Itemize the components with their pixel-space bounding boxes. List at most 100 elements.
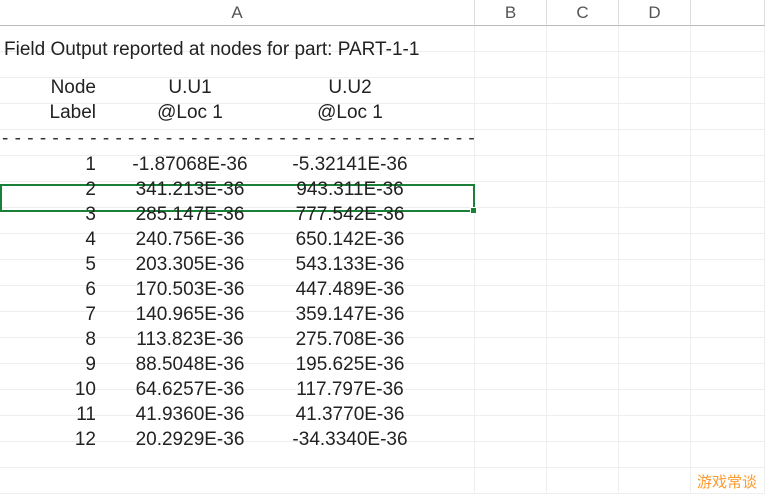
grid-cell[interactable] bbox=[475, 468, 547, 494]
grid-cell[interactable] bbox=[475, 312, 547, 338]
grid-cell[interactable] bbox=[619, 156, 691, 182]
grid-cell[interactable] bbox=[691, 78, 765, 104]
grid-cell[interactable] bbox=[691, 104, 765, 130]
grid-cell[interactable] bbox=[619, 364, 691, 390]
value-u2: 777.542E-36 bbox=[270, 205, 430, 224]
grid-cell[interactable] bbox=[475, 390, 547, 416]
grid-cell[interactable] bbox=[547, 78, 619, 104]
column-header-D[interactable]: D bbox=[619, 0, 691, 26]
grid-cell[interactable] bbox=[547, 182, 619, 208]
grid-cell[interactable] bbox=[0, 468, 475, 494]
value-u1: 341.213E-36 bbox=[110, 180, 270, 199]
grid-cell[interactable] bbox=[475, 260, 547, 286]
grid-cell[interactable] bbox=[619, 26, 691, 52]
grid-cell[interactable] bbox=[619, 130, 691, 156]
grid-cell[interactable] bbox=[691, 208, 765, 234]
grid-cell[interactable] bbox=[691, 234, 765, 260]
grid-cell[interactable] bbox=[619, 390, 691, 416]
column-header-B[interactable]: B bbox=[475, 0, 547, 26]
grid-cell[interactable] bbox=[475, 78, 547, 104]
grid-cell[interactable] bbox=[475, 52, 547, 78]
grid-cell[interactable] bbox=[547, 442, 619, 468]
grid-cell[interactable] bbox=[547, 286, 619, 312]
grid-cell[interactable] bbox=[619, 286, 691, 312]
grid-cell[interactable] bbox=[619, 468, 691, 494]
grid-cell[interactable] bbox=[691, 260, 765, 286]
grid-cell[interactable] bbox=[475, 338, 547, 364]
grid-cell[interactable] bbox=[619, 52, 691, 78]
grid-cell[interactable] bbox=[547, 52, 619, 78]
grid-cell[interactable] bbox=[475, 182, 547, 208]
grid-cell[interactable] bbox=[547, 260, 619, 286]
grid-cell[interactable] bbox=[475, 156, 547, 182]
value-u1: 240.756E-36 bbox=[110, 230, 270, 249]
value-u2: 650.142E-36 bbox=[270, 230, 430, 249]
grid-cell[interactable] bbox=[547, 468, 619, 494]
grid-cell[interactable] bbox=[691, 130, 765, 156]
watermark-text: 游戏常谈 bbox=[697, 471, 757, 492]
grid-cell[interactable] bbox=[547, 416, 619, 442]
grid-cell[interactable] bbox=[691, 312, 765, 338]
grid-cell[interactable] bbox=[619, 182, 691, 208]
grid-cell[interactable] bbox=[475, 130, 547, 156]
grid-cell[interactable] bbox=[547, 26, 619, 52]
grid-cell[interactable] bbox=[547, 130, 619, 156]
grid-cell[interactable] bbox=[475, 286, 547, 312]
grid-cell[interactable] bbox=[475, 416, 547, 442]
node-label: 1 bbox=[0, 155, 110, 174]
data-row: 1-1.87068E-36-5.32141E-36 bbox=[0, 152, 475, 177]
separator-line: - - - - - - - - - - - - - - - - - - - - … bbox=[0, 125, 475, 152]
grid-cell[interactable] bbox=[547, 338, 619, 364]
value-u2: 359.147E-36 bbox=[270, 305, 430, 324]
header-label: Label bbox=[0, 103, 110, 122]
grid-cell[interactable] bbox=[619, 104, 691, 130]
grid-cell[interactable] bbox=[619, 338, 691, 364]
value-u2: 447.489E-36 bbox=[270, 280, 430, 299]
grid-cell[interactable] bbox=[547, 312, 619, 338]
grid-cell[interactable] bbox=[547, 156, 619, 182]
grid-cell[interactable] bbox=[475, 208, 547, 234]
grid-cell[interactable] bbox=[691, 338, 765, 364]
cell-content-area[interactable]: Field Output reported at nodes for part:… bbox=[0, 26, 475, 452]
grid-cell[interactable] bbox=[475, 104, 547, 130]
grid-cell[interactable] bbox=[619, 312, 691, 338]
column-header-blank[interactable] bbox=[691, 0, 765, 26]
grid-cell[interactable] bbox=[547, 364, 619, 390]
grid-cell[interactable] bbox=[619, 416, 691, 442]
data-row: 1064.6257E-36117.797E-36 bbox=[0, 377, 475, 402]
grid-cell[interactable] bbox=[619, 78, 691, 104]
grid-cell[interactable] bbox=[475, 364, 547, 390]
grid-cell[interactable] bbox=[691, 26, 765, 52]
grid-cell[interactable] bbox=[547, 208, 619, 234]
grid-cell[interactable] bbox=[619, 208, 691, 234]
grid-cell[interactable] bbox=[691, 286, 765, 312]
value-u2: -5.32141E-36 bbox=[270, 155, 430, 174]
grid-cell[interactable] bbox=[475, 234, 547, 260]
column-header-C[interactable]: C bbox=[547, 0, 619, 26]
header-u2: U.U2 bbox=[270, 78, 430, 97]
value-u1: 41.9360E-36 bbox=[110, 405, 270, 424]
grid-cell[interactable] bbox=[691, 182, 765, 208]
grid-cell[interactable] bbox=[619, 260, 691, 286]
value-u2: 943.311E-36 bbox=[270, 180, 430, 199]
grid-cell[interactable] bbox=[691, 416, 765, 442]
value-u1: -1.87068E-36 bbox=[110, 155, 270, 174]
grid-cell[interactable] bbox=[547, 234, 619, 260]
grid-cell[interactable] bbox=[475, 26, 547, 52]
grid-cell[interactable] bbox=[475, 442, 547, 468]
value-u1: 203.305E-36 bbox=[110, 255, 270, 274]
value-u1: 170.503E-36 bbox=[110, 280, 270, 299]
grid-cell[interactable] bbox=[619, 234, 691, 260]
grid-cell[interactable] bbox=[691, 442, 765, 468]
grid-cell[interactable] bbox=[691, 364, 765, 390]
grid-cell[interactable] bbox=[691, 52, 765, 78]
node-label: 10 bbox=[0, 380, 110, 399]
grid-cell[interactable] bbox=[691, 390, 765, 416]
grid-cell[interactable] bbox=[547, 390, 619, 416]
column-header-A[interactable]: A bbox=[0, 0, 475, 26]
grid-cell[interactable] bbox=[691, 156, 765, 182]
grid-cell[interactable] bbox=[547, 104, 619, 130]
value-u2: 41.3770E-36 bbox=[270, 405, 430, 424]
grid-cell[interactable] bbox=[619, 442, 691, 468]
column-headers-line1: Node U.U1 U.U2 bbox=[0, 75, 475, 100]
